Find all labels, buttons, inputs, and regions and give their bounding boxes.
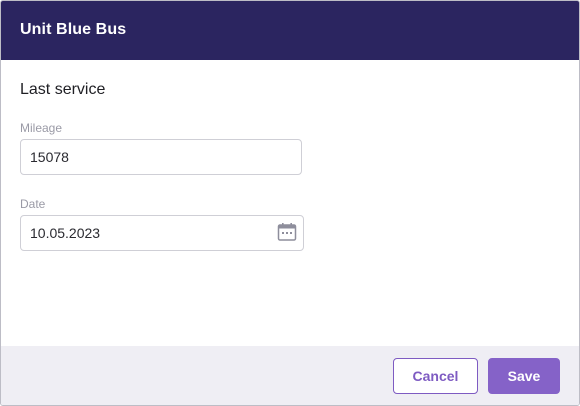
- date-label: Date: [20, 197, 46, 211]
- dialog-header: Unit Blue Bus: [1, 1, 579, 60]
- section-title: Last service: [20, 81, 106, 98]
- mileage-input[interactable]: [20, 139, 302, 175]
- cancel-button[interactable]: Cancel: [393, 358, 478, 394]
- calendar-icon[interactable]: [277, 222, 297, 242]
- mileage-label: Mileage: [20, 121, 63, 135]
- edit-service-dialog: Unit Blue Bus Last service Mileage Date …: [0, 0, 580, 406]
- dialog-title: Unit Blue Bus: [20, 21, 127, 38]
- date-input[interactable]: [20, 215, 304, 251]
- save-button[interactable]: Save: [488, 358, 560, 394]
- dialog-footer: Cancel Save: [1, 346, 579, 405]
